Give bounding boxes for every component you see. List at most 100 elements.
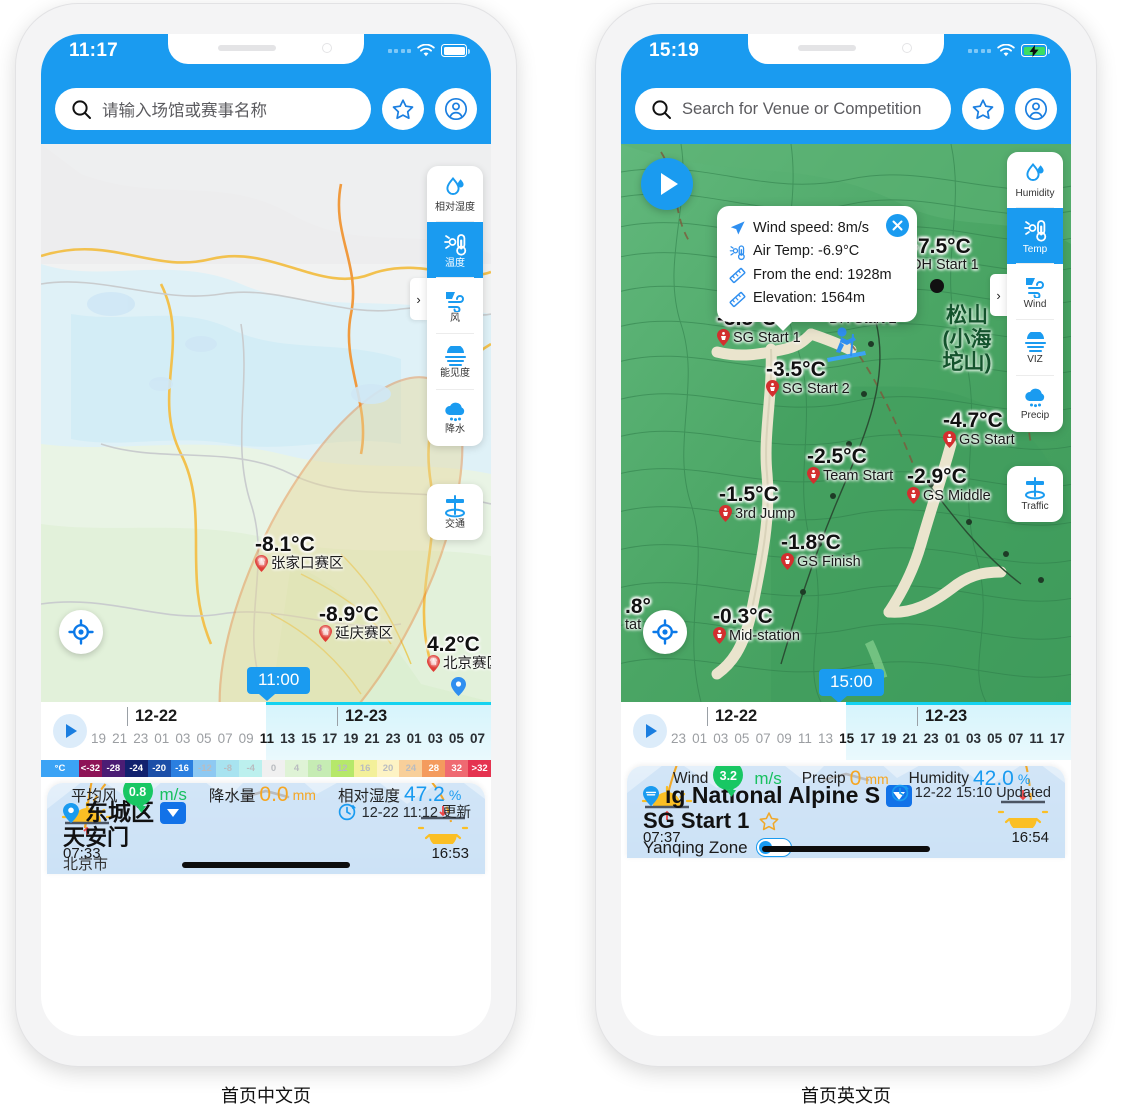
metric-unit: % <box>448 786 462 803</box>
layer-item-traffic[interactable]: 交通 <box>427 484 483 540</box>
phone-right-screen: 15:19 Search for Venue or Competition › … <box>621 34 1071 1036</box>
timeline-hours-left[interactable]: 19 21 23 01 03 05 07 09 11 13 15 17 19 21 23 01 03 05 07 <box>87 729 491 746</box>
layer-panel-left: 相对湿度 温度 风 能见度 降水 <box>427 166 483 446</box>
timeline-hour[interactable]: 09 <box>777 731 792 746</box>
timeline-hour[interactable]: 03 <box>428 731 443 746</box>
favorites-button[interactable] <box>382 88 424 130</box>
layer-item-viz[interactable]: VIZ <box>1007 320 1063 376</box>
timeline-hour[interactable]: 19 <box>343 731 358 746</box>
timeline-hour[interactable]: 17 <box>1050 731 1065 746</box>
locate-me-button[interactable] <box>59 610 103 654</box>
map-station-gs-start[interactable]: -4.7°C GS Start <box>943 409 1015 449</box>
current-temperature-left: 2.7°C <box>47 871 485 874</box>
map-station-gs-middle[interactable]: -2.9°C GS Middle <box>907 465 991 505</box>
timeline-hour[interactable]: 21 <box>903 731 918 746</box>
layer-panel-toggle-left[interactable]: › <box>410 278 427 320</box>
timeline-hour[interactable]: 11 <box>798 731 812 746</box>
timeline-hour[interactable]: 19 <box>881 731 896 746</box>
timeline-play-button[interactable] <box>53 714 87 748</box>
layer-item-precip[interactable]: 降水 <box>427 390 483 446</box>
layer-item-precip[interactable]: Precip <box>1007 376 1063 432</box>
search-icon <box>651 99 672 120</box>
timeline-hour[interactable]: 05 <box>734 731 749 746</box>
timeline-hour[interactable]: 15 <box>839 731 854 746</box>
status-icons <box>387 40 470 57</box>
timeline-body[interactable]: 12-22 12-23 19 21 23 01 03 05 07 09 11 13 15 17 19 21… <box>87 702 491 760</box>
map-station-name-row: GS Finish <box>781 553 861 571</box>
timeline-left[interactable]: 12-22 12-23 19 21 23 01 03 05 07 09 11 13 15 17 19 21… <box>41 702 491 760</box>
layer-item-humidity[interactable]: Humidity <box>1007 152 1063 208</box>
map-station-team-start[interactable]: -2.5°C Team Start <box>807 445 893 485</box>
timeline-hour[interactable]: 11 <box>1029 731 1043 746</box>
map-site-name: 延庆赛区 <box>335 625 393 642</box>
timeline-hour[interactable]: 05 <box>449 731 464 746</box>
map-play-button[interactable] <box>641 158 693 210</box>
timeline-hour[interactable]: 07 <box>756 731 771 746</box>
sun-times-right: 07:37 16:54 <box>643 829 1049 846</box>
timeline-hour[interactable]: 23 <box>671 731 686 746</box>
tooltip-close-button[interactable] <box>886 214 909 237</box>
layer-panel-toggle-right[interactable]: › <box>990 274 1007 316</box>
map-site-label[interactable]: -8.9°C 雪 延庆赛区 <box>319 603 393 643</box>
timeline-hour[interactable]: 23 <box>386 731 401 746</box>
timeline-hour[interactable]: 03 <box>966 731 981 746</box>
locate-me-button[interactable] <box>643 610 687 654</box>
map-canvas-right[interactable]: › Humidity Temp Wind VIZ Precip Traffic … <box>621 144 1071 702</box>
home-indicator[interactable] <box>762 846 930 852</box>
layer-item-wind[interactable]: Wind <box>1007 264 1063 320</box>
layer-item-viz[interactable]: 能见度 <box>427 334 483 390</box>
timeline-hour[interactable]: 03 <box>175 731 190 746</box>
timeline-hour[interactable]: 01 <box>154 731 169 746</box>
profile-button[interactable] <box>1015 88 1057 130</box>
station-tooltip[interactable]: Wind speed: 8m/s Air Temp: -6.9°C From t… <box>717 206 917 331</box>
search-input[interactable]: Search for Venue or Competition <box>635 88 951 130</box>
timeline-hour[interactable]: 21 <box>364 731 379 746</box>
map-station-mid-station[interactable]: -0.3°C Mid-station <box>713 605 800 645</box>
search-input[interactable]: 请输入场馆或赛事名称 <box>55 88 371 130</box>
timeline-body[interactable]: 12-22 12-23 23 01 03 05 07 09 11 13 15 17 19 21 23 01… <box>667 702 1071 760</box>
timeline-hour[interactable]: 23 <box>133 731 148 746</box>
map-station-name: GS Start <box>959 431 1015 448</box>
timeline-day-future: 12-23 <box>917 707 967 726</box>
timeline-hour[interactable]: 17 <box>322 731 337 746</box>
timeline-hour[interactable]: 01 <box>945 731 960 746</box>
map-site-label[interactable]: 4.2°C 雪 北京赛区 <box>427 633 491 673</box>
profile-button[interactable] <box>435 88 477 130</box>
map-site-label[interactable]: -8.1°C 雪 张家口赛区 <box>255 533 344 573</box>
timeline-hour[interactable]: 21 <box>112 731 127 746</box>
layer-item-temp[interactable]: Temp <box>1007 208 1063 264</box>
weather-card-right[interactable]: ıg National Alpine S SG Start 1 Yanqing … <box>627 766 1065 858</box>
layer-item-humidity[interactable]: 相对湿度 <box>427 166 483 222</box>
map-station-3rd-jump[interactable]: -1.5°C 3rd Jump <box>719 483 795 523</box>
timeline-right[interactable]: 12-22 12-23 23 01 03 05 07 09 11 13 15 17 19 21 23 01… <box>621 702 1071 760</box>
timeline-hour[interactable]: 11 <box>260 731 274 746</box>
home-indicator[interactable] <box>182 862 350 868</box>
timeline-hour[interactable]: 07 <box>470 731 485 746</box>
layer-item-wind[interactable]: 风 <box>427 278 483 334</box>
timeline-hour[interactable]: 01 <box>692 731 707 746</box>
timeline-hour[interactable]: 01 <box>407 731 422 746</box>
layer-item-traffic[interactable]: Traffic <box>1007 466 1063 522</box>
favorites-button[interactable] <box>962 88 1004 130</box>
timeline-hour[interactable]: 07 <box>1008 731 1023 746</box>
map-canvas-left[interactable]: › 相对湿度 温度 风 能见度 降水 交通 -8.1°C 雪 张家口赛区 -8.… <box>41 144 491 702</box>
timeline-hour[interactable]: 17 <box>860 731 875 746</box>
timeline-hour[interactable]: 15 <box>301 731 316 746</box>
map-station-dh-start-1[interactable]: -7.5°C DH Start 1 <box>911 235 979 274</box>
timeline-hour[interactable]: 09 <box>239 731 254 746</box>
timeline-hour[interactable]: 03 <box>713 731 728 746</box>
timeline-hour[interactable]: 23 <box>924 731 939 746</box>
timeline-play-button[interactable] <box>633 714 667 748</box>
map-station-gs-finish[interactable]: -1.8°C GS Finish <box>781 531 861 571</box>
metric-wind: Wind 3.2 m/s <box>673 766 782 797</box>
timeline-hour[interactable]: 05 <box>196 731 211 746</box>
timeline-hour[interactable]: 13 <box>818 731 833 746</box>
layer-item-temp[interactable]: 温度 <box>427 222 483 278</box>
timeline-hour[interactable]: 19 <box>91 731 106 746</box>
weather-card-left[interactable]: 东城区 天安门 北京市 12-22 11:12 更新 平均风 0.8 m/s 降… <box>47 783 485 874</box>
layer-label: 风 <box>450 312 460 324</box>
timeline-hour[interactable]: 07 <box>218 731 233 746</box>
timeline-hour[interactable]: 05 <box>987 731 1002 746</box>
timeline-hour[interactable]: 13 <box>280 731 295 746</box>
timeline-hours-right[interactable]: 23 01 03 05 07 09 11 13 15 17 19 21 23 01 03 05 07 11 17 <box>667 729 1071 746</box>
